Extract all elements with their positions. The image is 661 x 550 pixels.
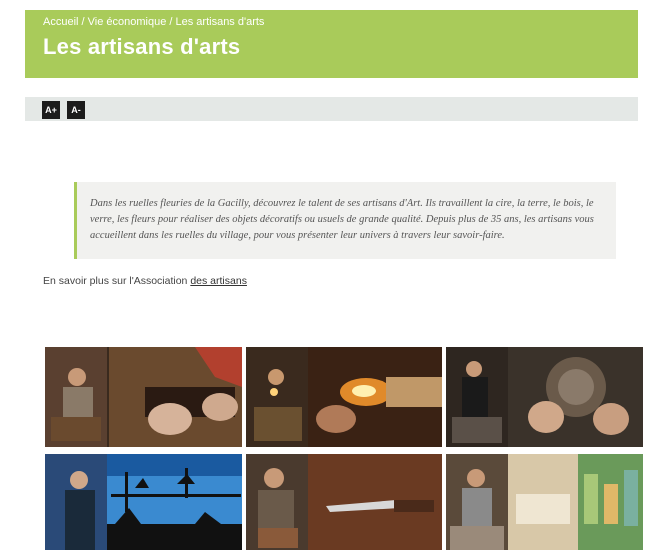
gallery-photo-knife-maker[interactable] (246, 454, 442, 550)
intro-text: Dans les ruelles fleuries de la Gacilly,… (90, 198, 594, 241)
gallery-photo-pottery-artisan[interactable] (446, 454, 643, 550)
artisans-link[interactable]: des artisans (190, 275, 247, 287)
gallery-photo-metal-silhouette-artisan[interactable] (45, 454, 242, 550)
breadcrumb: Accueil / Vie économique / Les artisans … (43, 16, 638, 28)
breadcrumb-separator: / (78, 16, 88, 28)
gallery-photo-glass-artisan[interactable] (246, 347, 442, 447)
more-info-prefix: En savoir plus sur l'Association (43, 275, 191, 287)
breadcrumb-home[interactable]: Accueil (43, 16, 78, 28)
gallery-photo-leather-artisan[interactable] (45, 347, 242, 447)
header-banner: Accueil / Vie économique / Les artisans … (25, 10, 638, 78)
more-info: En savoir plus sur l'Association des art… (43, 275, 247, 287)
intro-quote: Dans les ruelles fleuries de la Gacilly,… (74, 182, 616, 259)
page-title: Les artisans d'arts (43, 34, 241, 59)
increase-font-button[interactable]: A+ (42, 101, 60, 119)
breadcrumb-separator: / (166, 16, 176, 28)
decrease-font-button[interactable]: A- (67, 101, 85, 119)
breadcrumb-section[interactable]: Vie économique (88, 16, 167, 28)
breadcrumb-current: Les artisans d'arts (175, 16, 265, 28)
font-size-toolbar (25, 97, 638, 121)
gallery-photo-wood-turner[interactable] (446, 347, 643, 447)
